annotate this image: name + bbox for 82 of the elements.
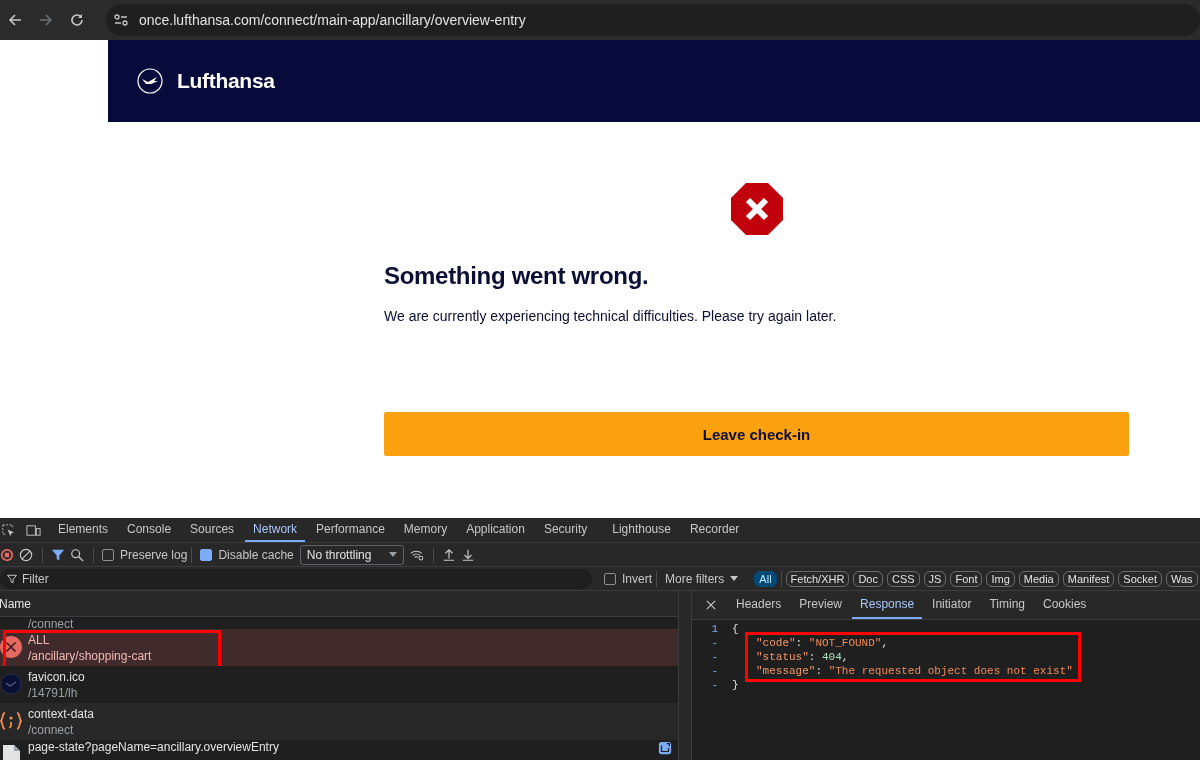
error-icon: [0, 636, 22, 658]
screenshot-icon[interactable]: [658, 741, 672, 755]
request-name: favicon.ico: [28, 669, 86, 684]
devtools-tab[interactable]: Sources: [182, 518, 243, 542]
download-icon[interactable]: [460, 547, 475, 562]
disable-cache-label: Disable cache: [218, 547, 294, 562]
disable-cache-checkbox[interactable]: [200, 548, 213, 561]
devtools-tab[interactable]: Recorder: [681, 518, 748, 542]
filter-icon[interactable]: [51, 547, 65, 562]
code-line: "status": 404,: [755, 650, 850, 664]
leave-check-in-button[interactable]: Leave check-in: [384, 412, 1129, 456]
detail-tab[interactable]: Response: [852, 591, 923, 619]
line-number: -: [710, 664, 718, 678]
more-filters-dropdown[interactable]: More filters: [665, 571, 745, 586]
devtools-tab[interactable]: Performance: [308, 518, 393, 542]
column-header[interactable]: Name: [0, 591, 678, 617]
type-filter-chip[interactable]: All: [754, 570, 777, 587]
type-filter-chip[interactable]: Manifest: [1062, 570, 1115, 587]
detail-tab[interactable]: Timing: [981, 591, 1033, 619]
line-number: 1: [710, 622, 718, 636]
line-number: -: [710, 650, 718, 664]
filter-field[interactable]: Filter: [0, 568, 592, 589]
type-filter-chip[interactable]: JS: [923, 570, 947, 587]
detail-tab[interactable]: Preview: [791, 591, 851, 619]
request-row[interactable]: ALL /ancillary/shopping-cart: [0, 629, 678, 666]
line-number: -: [710, 636, 718, 650]
request-name: page-state?pageName=ancillary.overviewEntry: [28, 740, 280, 754]
devtools-tab[interactable]: Console: [119, 518, 180, 542]
type-filter-chip[interactable]: Fetch/XHR: [785, 570, 850, 587]
device-icon[interactable]: [26, 522, 41, 538]
request-name: context-data: [28, 706, 96, 721]
site-settings-icon[interactable]: [113, 12, 129, 28]
type-filter-chip[interactable]: Doc: [853, 570, 883, 587]
type-filter-chip[interactable]: Font: [950, 570, 983, 587]
devtools-tab[interactable]: Elements: [50, 518, 117, 542]
error-icon: [729, 182, 784, 236]
braces-icon: [0, 710, 22, 732]
code-line: "code": "NOT_FOUND",: [755, 636, 890, 650]
code-line: }: [732, 678, 740, 692]
devtools-tab[interactable]: Lighthouse: [604, 518, 679, 542]
preserve-log-checkbox[interactable]: [102, 548, 114, 561]
filter-icon: [6, 572, 18, 585]
address-bar[interactable]: once.lufthansa.com/connect/main-app/ancillary/overview-entry: [106, 4, 1200, 36]
inspect-icon[interactable]: [1, 522, 16, 538]
document-icon: [0, 744, 22, 760]
upload-icon[interactable]: [441, 547, 456, 562]
caret-icon: [730, 576, 739, 581]
type-filter-chip[interactable]: Media: [1018, 570, 1059, 587]
line-number: -: [710, 678, 718, 692]
detail-tab[interactable]: Headers: [728, 591, 790, 619]
type-filter-chip[interactable]: Socket: [1118, 570, 1162, 587]
error-message: We are currently experiencing technical difficulties. Please try again later.: [384, 308, 838, 324]
circle-icon: [0, 673, 22, 695]
devtools-tab[interactable]: Application: [458, 518, 533, 542]
devtools-tab[interactable]: Memory: [395, 518, 456, 542]
clear-icon[interactable]: [19, 547, 33, 562]
type-filter-chip[interactable]: CSS: [886, 570, 920, 587]
code-line: "message": "The requested object does not exist": [755, 664, 1074, 678]
invert-checkbox[interactable]: [604, 572, 616, 585]
request-path: /connect: [28, 722, 75, 737]
type-filter-chip[interactable]: Img: [986, 570, 1015, 587]
error-heading: Something went wrong.: [384, 262, 650, 290]
request-path: /ancillary/shopping-cart: [28, 648, 153, 663]
request-name: ALL: [28, 632, 51, 647]
throttling-dropdown[interactable]: No throttling: [299, 544, 404, 565]
brand-name[interactable]: Lufthansa: [177, 69, 275, 93]
crane-logo-icon[interactable]: [137, 68, 163, 94]
devtools-tab[interactable]: Security: [535, 518, 596, 542]
request-path: /connect: [28, 619, 75, 629]
code-line: {: [732, 622, 740, 636]
detail-tab[interactable]: Cookies: [1035, 591, 1095, 619]
request-path: /14791/lh: [28, 685, 79, 700]
detail-tab[interactable]: Initiator: [924, 591, 980, 619]
close-icon[interactable]: [706, 600, 716, 610]
stop-recording-icon[interactable]: [0, 547, 14, 562]
devtools-tab[interactable]: Network: [245, 518, 306, 542]
preserve-log-label: Preserve log: [120, 547, 188, 562]
search-icon[interactable]: [70, 547, 84, 562]
request-row[interactable]: context-data /connect: [0, 703, 678, 740]
caret-icon: [388, 552, 397, 557]
invert-label: Invert: [622, 571, 652, 586]
type-filter-chip[interactable]: Was: [1165, 570, 1198, 587]
